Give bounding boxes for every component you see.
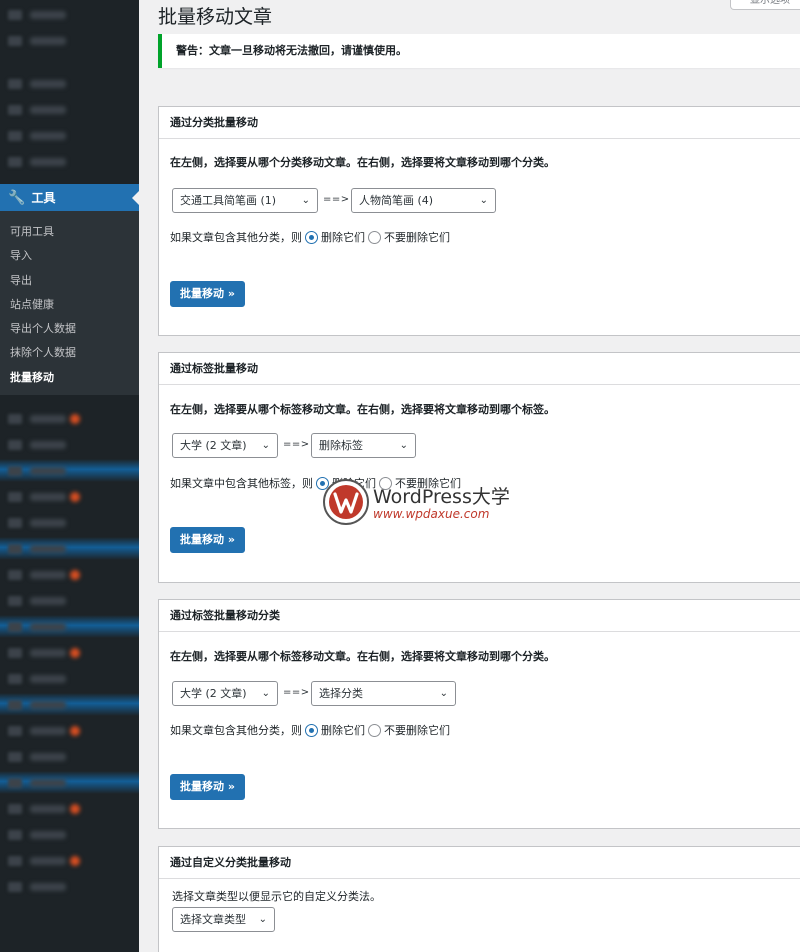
sidebar-item-tools[interactable]: 🔧 工具 <box>0 184 139 211</box>
sidebar-item-blurred[interactable] <box>0 797 139 820</box>
delete-option-row: 如果文章包含其他分类，则 删除它们 不要删除它们 <box>170 229 450 245</box>
sidebar-item-label: 工具 <box>31 191 56 205</box>
from-tag-select[interactable]: 大学 (2 文章) ⌄ <box>172 433 278 458</box>
select-value: 人物简笔画 (4) <box>359 194 434 207</box>
chevron-down-icon: ⌄ <box>261 688 270 699</box>
section-move-by-tag: 通过标签批量移动 在左侧，选择要从哪个标签移动文章。在右侧，选择要将文章移动到哪… <box>158 352 800 583</box>
radio-keep[interactable] <box>368 230 381 244</box>
wpdaxue-watermark: WordPress大学 www.wpdaxue.com <box>323 479 523 531</box>
watermark-url: www.wpdaxue.com <box>373 507 490 521</box>
screen-options-button[interactable]: 显示选项 <box>730 0 800 10</box>
radio-keep-label: 不要删除它们 <box>384 724 450 737</box>
radio-prompt: 如果文章包含其他分类，则 <box>170 724 302 737</box>
arrow-separator: ==> <box>283 687 310 698</box>
select-value: 大学 (2 文章) <box>180 439 247 452</box>
chevron-down-icon: ⌄ <box>258 914 267 925</box>
from-tag-select[interactable]: 大学 (2 文章) ⌄ <box>172 681 278 706</box>
wordpress-logo-icon <box>323 479 369 525</box>
chevron-down-icon: ⌄ <box>439 688 448 699</box>
radio-prompt: 如果文章中包含其他标签，则 <box>170 477 313 490</box>
submenu-site-health[interactable]: 站点健康 <box>0 293 139 317</box>
sidebar-item-blurred[interactable] <box>0 537 139 560</box>
select-value: 大学 (2 文章) <box>180 687 247 700</box>
sidebar-item-blurred[interactable] <box>0 641 139 664</box>
section-description: 在左侧，选择要从哪个分类移动文章。在右侧，选择要将文章移动到哪个分类。 <box>170 156 555 169</box>
tools-submenu: 可用工具 导入 导出 站点健康 导出个人数据 抹除个人数据 批量移动 <box>0 211 139 395</box>
sidebar-blurred-menu-top <box>0 0 139 176</box>
sidebar-item-blurred[interactable] <box>0 589 139 612</box>
radio-keep[interactable] <box>368 723 381 737</box>
submenu-export-personal-data[interactable]: 导出个人数据 <box>0 317 139 341</box>
sidebar-item-blurred[interactable] <box>0 667 139 690</box>
sidebar-item-blurred[interactable] <box>0 485 139 508</box>
section-move-tag-to-category: 通过标签批量移动分类 在左侧，选择要从哪个标签移动文章。在右侧，选择要将文章移动… <box>158 599 800 829</box>
radio-delete-label: 删除它们 <box>321 724 365 737</box>
select-value: 删除标签 <box>319 439 363 452</box>
radio-keep-label: 不要删除它们 <box>384 231 450 244</box>
sidebar-item-blurred[interactable] <box>0 459 139 482</box>
section-title: 通过标签批量移动 <box>159 353 800 385</box>
section-title: 通过自定义分类批量移动 <box>159 847 800 879</box>
sidebar-item-blurred[interactable] <box>0 511 139 534</box>
sidebar-item-blurred[interactable] <box>0 563 139 586</box>
sidebar-blurred-menu-bottom <box>0 404 139 901</box>
submenu-export[interactable]: 导出 <box>0 269 139 293</box>
sidebar-item-blurred[interactable] <box>0 72 139 95</box>
section-move-by-custom-taxonomy: 通过自定义分类批量移动 选择文章类型以便显示它的自定义分类法。 选择文章类型 ⌄ <box>158 846 800 952</box>
chevron-down-icon: ⌄ <box>261 440 270 451</box>
warning-notice: 警告：文章一旦移动将无法撤回，请谨慎使用。 <box>158 34 800 68</box>
sidebar-item-blurred[interactable] <box>0 771 139 794</box>
arrow-separator: ==> <box>283 439 310 450</box>
submenu-available-tools[interactable]: 可用工具 <box>0 220 139 244</box>
sidebar-item-blurred[interactable] <box>0 823 139 846</box>
sidebar-item-blurred[interactable] <box>0 98 139 121</box>
submenu-bulk-move[interactable]: 批量移动 <box>0 366 139 390</box>
sidebar-item-blurred[interactable] <box>0 124 139 147</box>
bulk-move-button[interactable]: 批量移动 » <box>170 527 245 553</box>
select-value: 选择分类 <box>319 687 363 700</box>
section-title: 通过标签批量移动分类 <box>159 600 800 632</box>
from-category-select[interactable]: 交通工具简笔画 (1) ⌄ <box>172 188 318 213</box>
sidebar-item-blurred[interactable] <box>0 407 139 430</box>
section-title: 通过分类批量移动 <box>159 107 800 139</box>
to-tag-select[interactable]: 删除标签 ⌄ <box>311 433 416 458</box>
radio-delete[interactable] <box>305 230 318 244</box>
radio-delete[interactable] <box>305 723 318 737</box>
chevron-down-icon: ⌄ <box>479 195 488 206</box>
section-move-by-category: 通过分类批量移动 在左侧，选择要从哪个分类移动文章。在右侧，选择要将文章移动到哪… <box>158 106 800 336</box>
sidebar-item-blurred[interactable] <box>0 849 139 872</box>
wrench-icon: 🔧 <box>8 189 26 206</box>
sidebar-item-blurred[interactable] <box>0 3 139 26</box>
to-category-select[interactable]: 选择分类 ⌄ <box>311 681 456 706</box>
submenu-erase-personal-data[interactable]: 抹除个人数据 <box>0 341 139 365</box>
sidebar-item-blurred[interactable] <box>0 29 139 52</box>
section-description: 选择文章类型以便显示它的自定义分类法。 <box>172 890 381 903</box>
radio-delete-label: 删除它们 <box>321 231 365 244</box>
section-description: 在左侧，选择要从哪个标签移动文章。在右侧，选择要将文章移动到哪个分类。 <box>170 650 555 663</box>
page-title: 批量移动文章 <box>158 6 273 28</box>
sidebar-item-blurred[interactable] <box>0 875 139 898</box>
to-category-select[interactable]: 人物简笔画 (4) ⌄ <box>351 188 496 213</box>
chevron-down-icon: ⌄ <box>399 440 408 451</box>
sidebar-item-blurred[interactable] <box>0 615 139 638</box>
sidebar-item-blurred[interactable] <box>0 433 139 456</box>
sidebar-item-blurred[interactable] <box>0 745 139 768</box>
bulk-move-button[interactable]: 批量移动 » <box>170 774 245 800</box>
delete-option-row: 如果文章包含其他分类，则 删除它们 不要删除它们 <box>170 722 450 738</box>
sidebar-item-blurred[interactable] <box>0 693 139 716</box>
submenu-import[interactable]: 导入 <box>0 244 139 268</box>
post-type-select[interactable]: 选择文章类型 ⌄ <box>172 907 275 932</box>
sidebar-item-blurred[interactable] <box>0 719 139 742</box>
watermark-name: WordPress大学 <box>373 486 510 508</box>
chevron-down-icon: ⌄ <box>301 195 310 206</box>
radio-prompt: 如果文章包含其他分类，则 <box>170 231 302 244</box>
bulk-move-button[interactable]: 批量移动 » <box>170 281 245 307</box>
select-value: 交通工具简笔画 (1) <box>180 194 277 207</box>
arrow-separator: ==> <box>323 194 350 205</box>
admin-sidebar: 🔧 工具 可用工具 导入 导出 站点健康 导出个人数据 抹除个人数据 批量移动 <box>0 0 139 952</box>
section-description: 在左侧，选择要从哪个标签移动文章。在右侧，选择要将文章移动到哪个标签。 <box>170 403 555 416</box>
sidebar-item-blurred[interactable] <box>0 150 139 173</box>
select-value: 选择文章类型 <box>180 913 246 926</box>
